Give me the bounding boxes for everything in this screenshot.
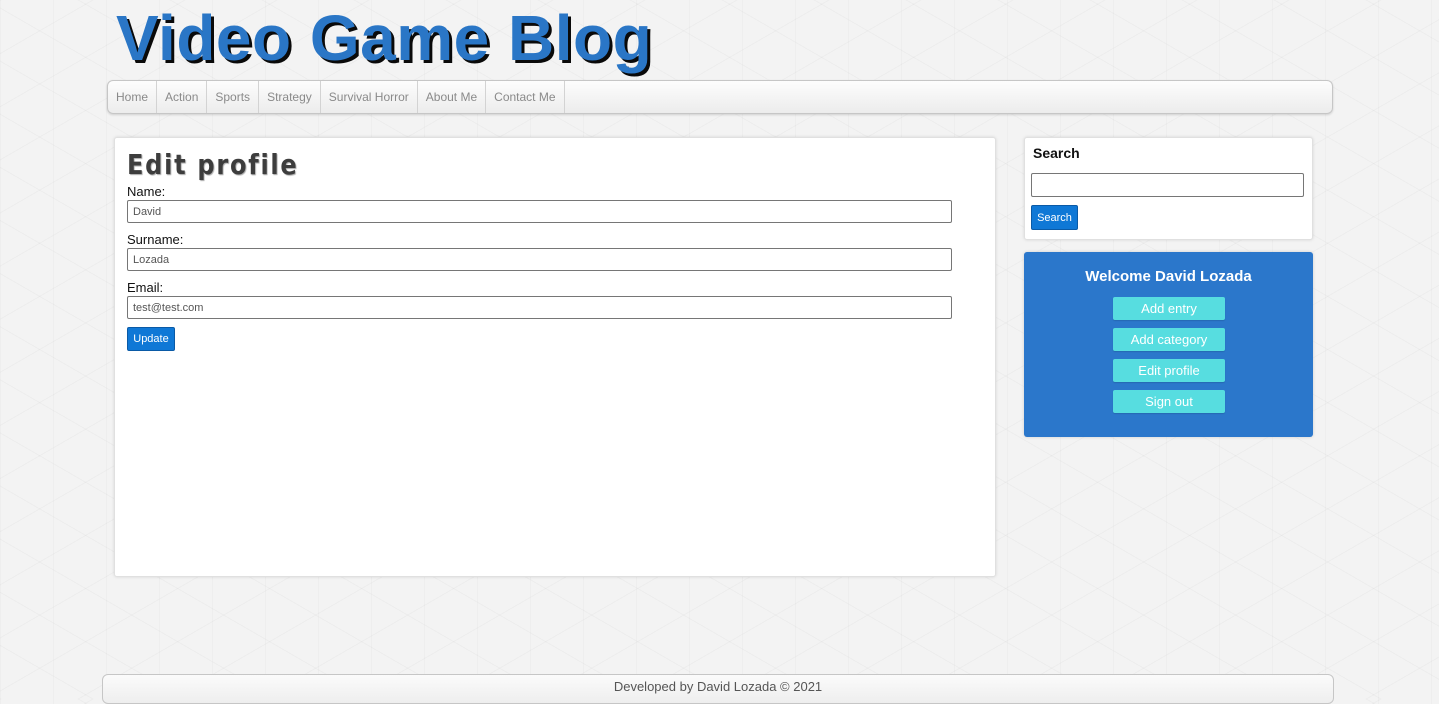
email-field[interactable] <box>127 296 952 319</box>
footer-text: Developed by David Lozada © 2021 <box>613 679 823 694</box>
nav-item-survival-horror[interactable]: Survival Horror <box>321 81 418 113</box>
nav-item-about-me[interactable]: About Me <box>418 81 487 113</box>
email-label: Email: <box>127 280 164 295</box>
name-label: Name: <box>127 184 166 199</box>
search-button[interactable]: Search <box>1031 205 1078 230</box>
sign-out-button[interactable]: Sign out <box>1113 390 1225 413</box>
nav-item-home[interactable]: Home <box>108 81 158 113</box>
search-input[interactable] <box>1031 173 1304 197</box>
add-category-button[interactable]: Add category <box>1113 328 1225 351</box>
edit-profile-panel: Edit profile Name: Surname: Email: Updat… <box>114 137 996 577</box>
site-title: Video Game Blog <box>116 2 653 74</box>
nav-item-action[interactable]: Action <box>157 81 208 113</box>
update-button[interactable]: Update <box>127 327 175 351</box>
edit-profile-button[interactable]: Edit profile <box>1113 359 1225 382</box>
surname-label: Surname: <box>127 232 184 247</box>
add-entry-button[interactable]: Add entry <box>1113 297 1225 320</box>
nav-item-contact-me[interactable]: Contact Me <box>486 81 565 113</box>
nav-item-sports[interactable]: Sports <box>207 81 260 113</box>
footer: Developed by David Lozada © 2021 <box>102 674 1334 704</box>
page-title: Edit profile <box>127 148 299 181</box>
search-title: Search <box>1033 145 1080 161</box>
search-panel: Search Search <box>1024 137 1313 240</box>
name-field[interactable] <box>127 200 952 223</box>
surname-field[interactable] <box>127 248 952 271</box>
nav-item-strategy[interactable]: Strategy <box>259 81 321 113</box>
user-panel: Welcome David Lozada Add entry Add categ… <box>1024 252 1313 437</box>
main-nav: Home Action Sports Strategy Survival Hor… <box>107 80 1333 114</box>
welcome-message: Welcome David Lozada <box>1085 268 1252 285</box>
